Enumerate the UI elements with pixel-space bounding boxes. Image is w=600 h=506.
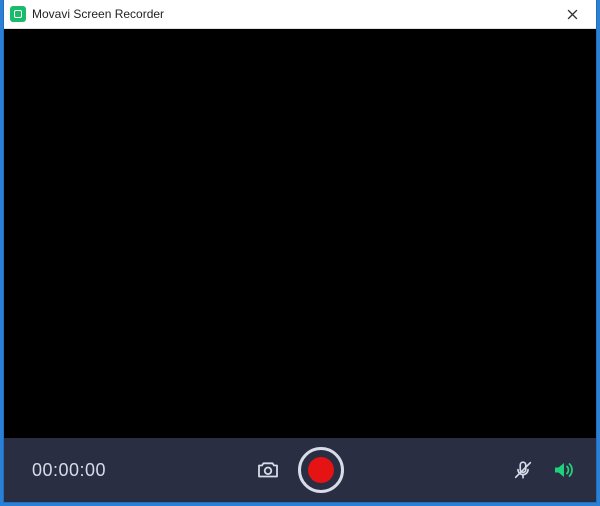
- titlebar: Movavi Screen Recorder: [4, 0, 596, 29]
- movavi-app-icon: [10, 6, 26, 22]
- camera-icon: [256, 458, 280, 482]
- app-window: Movavi Screen Recorder 00:00:00: [4, 0, 596, 502]
- close-button[interactable]: [552, 0, 592, 28]
- close-icon: [567, 9, 578, 20]
- record-button[interactable]: [298, 447, 344, 493]
- window-title: Movavi Screen Recorder: [32, 7, 552, 21]
- microphone-muted-icon: [512, 459, 534, 481]
- speaker-on-icon: [552, 458, 576, 482]
- microphone-button[interactable]: [512, 459, 534, 481]
- record-icon: [308, 457, 334, 483]
- preview-area: [4, 29, 596, 438]
- recording-timer: 00:00:00: [32, 460, 106, 481]
- desktop: Movavi Screen Recorder 00:00:00: [0, 0, 600, 506]
- control-bar: 00:00:00: [4, 438, 596, 502]
- system-audio-button[interactable]: [552, 458, 576, 482]
- center-controls: [256, 447, 344, 493]
- screenshot-button[interactable]: [256, 458, 280, 482]
- right-controls: [512, 458, 576, 482]
